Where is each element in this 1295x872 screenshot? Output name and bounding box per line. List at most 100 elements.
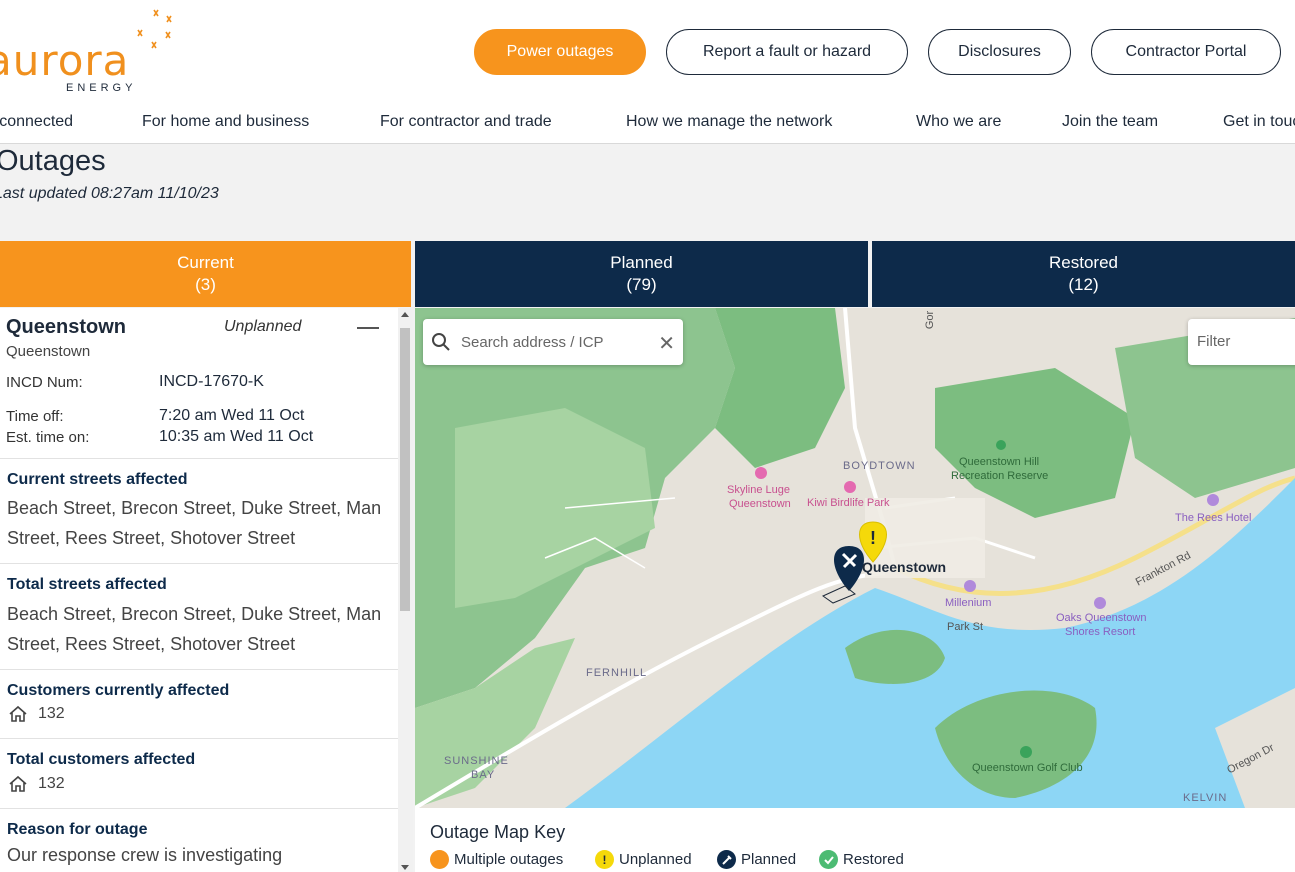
tab-current-count: (3) bbox=[195, 275, 216, 294]
report-fault-button[interactable]: Report a fault or hazard bbox=[666, 29, 908, 75]
total-streets-list: Beach Street, Brecon Street, Duke Street… bbox=[7, 604, 382, 654]
map-label-skyline: Skyline Luge bbox=[727, 484, 790, 496]
wrench-icon bbox=[717, 850, 736, 869]
customers-current-count: 132 bbox=[8, 705, 65, 723]
multiple-outages-icon bbox=[430, 850, 449, 869]
key-planned: Planned bbox=[717, 850, 796, 869]
map-canvas[interactable]: ! bbox=[415, 308, 1295, 808]
outage-list-panel: Queenstown Unplanned Queenstown INCD Num… bbox=[0, 308, 413, 872]
hotel-poi-icon[interactable] bbox=[964, 580, 976, 592]
aurora-energy-logo[interactable]: aurora ENERGY bbox=[0, 8, 196, 98]
divider bbox=[0, 563, 398, 564]
time-off-label: Time off: bbox=[6, 408, 64, 425]
divider bbox=[0, 738, 398, 739]
map-search[interactable]: ✕ bbox=[423, 319, 683, 365]
tab-current[interactable]: Current (3) bbox=[0, 241, 411, 307]
outages-page: Outages Last updated 08:27am 11/10/23 Cu… bbox=[0, 144, 1295, 872]
map-key-title: Outage Map Key bbox=[430, 822, 566, 842]
tab-current-label: Current bbox=[177, 253, 234, 272]
power-outages-button[interactable]: Power outages bbox=[474, 29, 646, 75]
logo-subtitle: ENERGY bbox=[66, 82, 137, 94]
nav-join-team[interactable]: Join the team bbox=[1062, 113, 1158, 131]
house-icon bbox=[9, 775, 27, 792]
time-off-value: 7:20 am Wed 11 Oct bbox=[159, 407, 305, 424]
map-label-rees-hotel: The Rees Hotel bbox=[1175, 512, 1252, 524]
outage-location-name[interactable]: Queenstown bbox=[6, 316, 126, 339]
tab-restored-label: Restored bbox=[1049, 253, 1118, 272]
tab-restored[interactable]: Restored (12) bbox=[872, 241, 1295, 307]
nav-who-we-are[interactable]: Who we are bbox=[916, 113, 1001, 131]
customers-total-value: 132 bbox=[38, 775, 65, 792]
main-nav: Get connected For home and business For … bbox=[0, 113, 1295, 135]
disclosures-button[interactable]: Disclosures bbox=[928, 29, 1071, 75]
map-label-oaks: Oaks Queenstown bbox=[1056, 612, 1147, 624]
map-label-millenium: Millenium bbox=[945, 597, 992, 609]
nav-home-business[interactable]: For home and business bbox=[142, 113, 309, 131]
filter-label: Filter bbox=[1197, 333, 1231, 350]
nav-contractor-trade[interactable]: For contractor and trade bbox=[380, 113, 552, 131]
customers-current-heading: Customers currently affected bbox=[7, 682, 230, 699]
filter-dropdown[interactable]: Filter bbox=[1188, 319, 1295, 365]
tab-planned[interactable]: Planned (79) bbox=[415, 241, 868, 307]
close-icon[interactable]: ✕ bbox=[658, 331, 675, 356]
map-label-kelvin: KELVIN bbox=[1183, 792, 1228, 804]
map-label-town: Queenstown bbox=[862, 559, 947, 575]
customers-total-heading: Total customers affected bbox=[7, 751, 196, 768]
incd-label: INCD Num: bbox=[6, 374, 83, 391]
outage-map[interactable]: ! BOYDTOWN Queenstown Hill Recreation Re… bbox=[415, 308, 1295, 808]
star-cluster-icon bbox=[137, 9, 172, 49]
total-streets-heading: Total streets affected bbox=[7, 576, 167, 593]
current-streets-heading: Current streets affected bbox=[7, 471, 188, 488]
outage-type: Unplanned bbox=[224, 318, 302, 335]
map-label-boydtown: BOYDTOWN bbox=[843, 460, 916, 472]
map-label-kiwi: Kiwi Birdlife Park bbox=[807, 497, 890, 509]
customers-current-value: 132 bbox=[38, 705, 65, 722]
map-label-park-st: Park St bbox=[947, 621, 984, 633]
reason-text: Our response crew is investigating bbox=[7, 845, 283, 865]
key-restored: Restored bbox=[819, 850, 904, 869]
site-header: aurora ENERGY Power outages Report a fau… bbox=[0, 0, 1295, 144]
nav-manage-network[interactable]: How we manage the network bbox=[626, 113, 832, 131]
scroll-down-arrow-icon[interactable] bbox=[401, 865, 409, 870]
hotel-poi-icon[interactable] bbox=[1094, 597, 1106, 609]
key-multiple: Multiple outages bbox=[430, 850, 563, 869]
current-streets-list: Beach Street, Brecon Street, Duke Street… bbox=[7, 498, 382, 548]
park-poi-icon[interactable] bbox=[996, 440, 1006, 450]
collapse-button[interactable] bbox=[357, 327, 379, 329]
customers-total-count: 132 bbox=[8, 775, 65, 793]
map-label-skyline-2: Queenstown bbox=[729, 498, 791, 510]
svg-text:!: ! bbox=[870, 528, 876, 548]
last-updated: Last updated 08:27am 11/10/23 bbox=[0, 185, 219, 202]
nav-get-connected[interactable]: Get connected bbox=[0, 113, 73, 131]
scroll-up-arrow-icon[interactable] bbox=[401, 312, 409, 317]
divider bbox=[0, 458, 398, 459]
golf-poi-icon[interactable] bbox=[1020, 746, 1032, 758]
nav-get-in-touch[interactable]: Get in touch bbox=[1223, 113, 1295, 131]
search-icon bbox=[432, 333, 450, 351]
page-title: Outages bbox=[0, 145, 106, 177]
reason-heading: Reason for outage bbox=[7, 821, 148, 838]
key-multiple-label: Multiple outages bbox=[454, 851, 564, 868]
tab-restored-count: (12) bbox=[1068, 275, 1099, 294]
map-label-hill-reserve-2: Recreation Reserve bbox=[951, 470, 1049, 482]
key-planned-label: Planned bbox=[741, 851, 797, 868]
scroll-thumb[interactable] bbox=[400, 328, 410, 611]
attraction-poi-icon[interactable] bbox=[755, 467, 767, 479]
divider bbox=[0, 808, 398, 809]
map-label-sunshine: SUNSHINE bbox=[444, 755, 509, 767]
search-input[interactable] bbox=[461, 333, 651, 351]
tab-planned-label: Planned bbox=[610, 253, 673, 272]
time-on-label: Est. time on: bbox=[6, 429, 90, 446]
time-on-value: 10:35 am Wed 11 Oct bbox=[159, 428, 314, 445]
map-label-fernhill: FERNHILL bbox=[586, 667, 648, 679]
map-key: Outage Map Key Multiple outages ! Unplan… bbox=[415, 808, 1295, 872]
attraction-poi-icon[interactable] bbox=[844, 481, 856, 493]
panel-scrollbar[interactable] bbox=[398, 308, 413, 872]
map-label-hill-reserve: Queenstown Hill bbox=[959, 456, 1040, 468]
map-label-gor: Gor bbox=[924, 310, 937, 330]
unplanned-icon: ! bbox=[595, 850, 614, 869]
contractor-portal-button[interactable]: Contractor Portal bbox=[1091, 29, 1281, 75]
outage-area: Queenstown bbox=[6, 343, 91, 360]
map-label-golf: Queenstown Golf Club bbox=[972, 762, 1083, 774]
hotel-poi-icon[interactable] bbox=[1207, 494, 1219, 506]
